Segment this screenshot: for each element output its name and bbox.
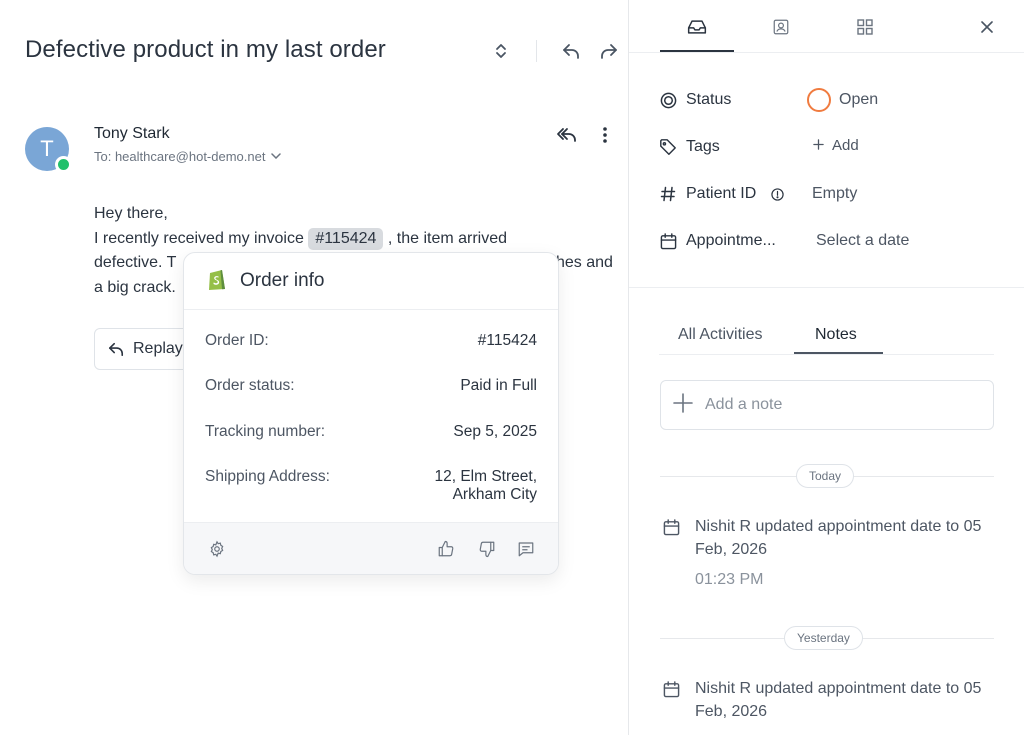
add-note-placeholder: Add a note xyxy=(705,396,783,413)
order-row: Tracking number: Sep 5, 2025 xyxy=(205,423,537,441)
message-text-part1: I recently received my invoice xyxy=(94,229,304,247)
more-vertical-icon[interactable] xyxy=(594,124,616,146)
activity-tabs-divider xyxy=(659,354,994,355)
sort-toggle-icon[interactable] xyxy=(490,40,512,62)
calendar-icon xyxy=(661,679,681,699)
recipient-text: To: healthcare@hot-demo.net xyxy=(94,149,266,164)
settings-icon[interactable] xyxy=(207,539,227,559)
forward-icon[interactable] xyxy=(598,40,620,62)
appointment-label: Appointme... xyxy=(686,232,776,249)
tracking-number-label: Tracking number: xyxy=(205,423,326,440)
tab-notes[interactable]: Notes xyxy=(815,326,857,344)
message-line2-start: defective. T xyxy=(94,254,177,271)
patient-id-label: Patient ID xyxy=(686,185,757,202)
shipping-address-label: Shipping Address: xyxy=(205,468,330,485)
status-value-text: Open xyxy=(839,91,879,108)
details-sidebar: Status Open Tags Add Patient ID Empty Ap… xyxy=(628,0,1024,735)
hash-icon xyxy=(659,185,677,203)
status-label: Status xyxy=(686,91,732,108)
order-id-value: #115424 xyxy=(477,332,537,349)
add-tag-button[interactable]: Add xyxy=(813,137,859,154)
chevron-down-icon[interactable] xyxy=(271,151,282,162)
property-tags: Tags xyxy=(659,138,720,156)
appointment-date-picker[interactable]: Select a date xyxy=(816,232,909,250)
online-status-dot xyxy=(55,156,72,173)
apps-grid-icon[interactable] xyxy=(854,16,876,38)
popover-header: Order info xyxy=(184,253,558,310)
conversation-pane: Defective product in my last order T Ton… xyxy=(0,0,628,735)
activity-time: 01:23 PM xyxy=(695,571,764,588)
message-line2-end: hes and xyxy=(556,254,613,271)
tags-label: Tags xyxy=(686,138,720,155)
property-patient-id: Patient ID xyxy=(659,185,784,203)
invoice-chip[interactable]: #115424 xyxy=(308,227,384,250)
day-divider-yesterday: Yesterday xyxy=(660,626,994,650)
day-divider-today: Today xyxy=(660,464,994,488)
calendar-icon xyxy=(659,232,677,250)
order-id-label: Order ID: xyxy=(205,332,269,349)
add-tag-label: Add xyxy=(832,137,859,154)
sender-name: Tony Stark xyxy=(94,125,170,142)
message-text-part2: , the item arrived xyxy=(387,229,508,247)
thumbs-down-icon[interactable] xyxy=(477,539,497,559)
recipient-line[interactable]: To: healthcare@hot-demo.net xyxy=(94,149,282,164)
header-divider xyxy=(536,40,537,62)
order-row: Shipping Address: 12, Elm Street, Arkham… xyxy=(205,468,537,504)
comment-icon[interactable] xyxy=(516,539,536,559)
shipping-address-line1: 12, Elm Street, xyxy=(434,468,537,485)
order-row: Order status: Paid in Full xyxy=(205,377,537,395)
reply-all-icon[interactable] xyxy=(556,124,578,146)
contact-icon[interactable] xyxy=(770,16,792,38)
day-label: Yesterday xyxy=(784,626,863,650)
replay-label: Replay xyxy=(133,340,183,357)
shopify-icon xyxy=(206,267,228,296)
open-status-icon xyxy=(807,88,831,112)
active-activity-tab-indicator xyxy=(794,352,883,354)
shipping-address-value: 12, Elm Street, Arkham City xyxy=(434,468,537,504)
property-status: Status xyxy=(659,91,731,109)
reply-icon xyxy=(108,342,124,357)
info-icon xyxy=(771,187,784,201)
plus-icon xyxy=(813,137,824,154)
inbox-icon[interactable] xyxy=(686,16,708,38)
status-value[interactable]: Open xyxy=(807,88,878,112)
popover-footer xyxy=(184,522,558,574)
property-appointment: Appointme... xyxy=(659,232,776,250)
order-info-popover: Order info Order ID: #115424 Order statu… xyxy=(183,252,559,575)
order-status-value: Paid in Full xyxy=(460,377,537,394)
order-status-label: Order status: xyxy=(205,377,295,394)
calendar-icon xyxy=(661,517,681,537)
tracking-number-value: Sep 5, 2025 xyxy=(453,423,537,440)
add-note-input[interactable]: Add a note xyxy=(660,380,994,430)
tab-all-activities[interactable]: All Activities xyxy=(678,326,762,344)
reply-icon[interactable] xyxy=(560,40,582,62)
plus-icon xyxy=(673,392,693,418)
tabs-divider xyxy=(629,52,1024,53)
thumbs-up-icon[interactable] xyxy=(436,539,456,559)
shipping-address-line2: Arkham City xyxy=(452,486,537,503)
conversation-title: Defective product in my last order xyxy=(25,36,386,63)
order-row: Order ID: #115424 xyxy=(205,332,537,350)
activity-text: Nishit R updated appointment date to 05 … xyxy=(695,518,982,558)
section-divider xyxy=(629,287,1024,288)
status-icon xyxy=(659,91,677,109)
message-greeting: Hey there, xyxy=(94,205,168,222)
popover-title: Order info xyxy=(240,270,325,291)
close-icon[interactable] xyxy=(976,16,998,38)
activity-text: Nishit R updated appointment date to 05 … xyxy=(695,680,982,720)
tag-icon xyxy=(659,138,677,156)
day-label: Today xyxy=(796,464,855,488)
message-line-1: I recently received my invoice #115424 ,… xyxy=(94,227,619,252)
patient-id-value[interactable]: Empty xyxy=(812,185,857,203)
